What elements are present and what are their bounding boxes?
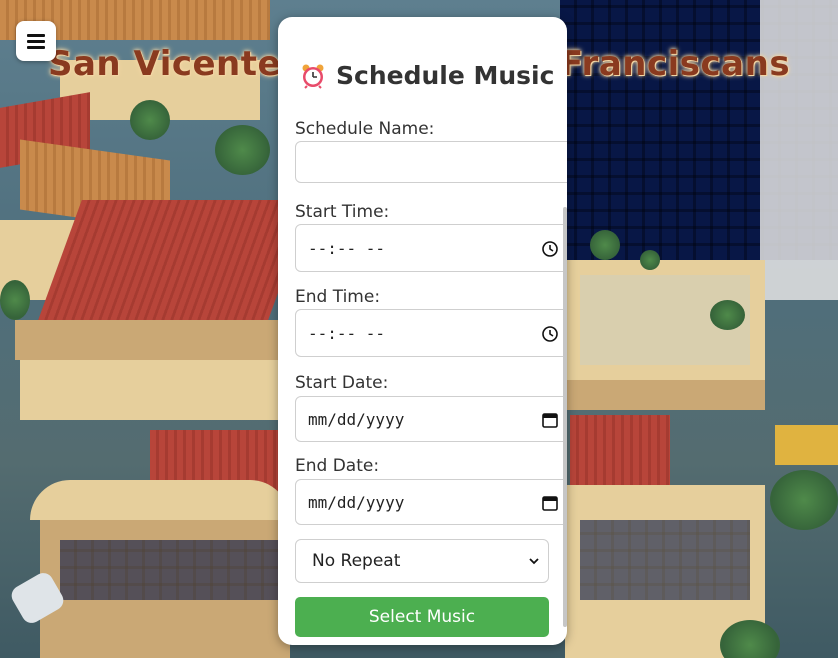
end-time-label: End Time: xyxy=(295,287,381,307)
end-time-input[interactable]: --:-- -- xyxy=(295,309,567,357)
panel-scrollbar[interactable] xyxy=(563,207,567,627)
schedule-name-input[interactable] xyxy=(295,141,567,183)
end-time-placeholder: --:-- -- xyxy=(308,323,386,343)
chevron-down-icon xyxy=(529,558,539,565)
start-date-placeholder: mm/dd/yyyy xyxy=(308,409,405,429)
start-time-label: Start Time: xyxy=(295,202,390,222)
repeat-select[interactable]: No Repeat xyxy=(295,539,549,583)
end-date-label: End Date: xyxy=(295,456,380,476)
start-date-label: Start Date: xyxy=(295,373,389,393)
repeat-selected-value: No Repeat xyxy=(312,551,401,571)
end-date-placeholder: mm/dd/yyyy xyxy=(308,492,405,512)
start-date-input[interactable]: mm/dd/yyyy xyxy=(295,396,567,442)
select-music-button[interactable]: Select Music xyxy=(295,597,549,637)
calendar-icon[interactable] xyxy=(541,494,559,512)
clock-icon[interactable] xyxy=(541,240,559,258)
clock-icon[interactable] xyxy=(541,325,559,343)
schedule-music-panel: Schedule Music Schedule Name: Start Time… xyxy=(278,17,567,645)
calendar-icon[interactable] xyxy=(541,411,559,429)
background-title-left: San Vicente xyxy=(48,44,282,84)
menu-button[interactable] xyxy=(16,21,56,61)
start-time-input[interactable]: --:-- -- xyxy=(295,224,567,272)
alarm-clock-icon xyxy=(302,64,324,89)
background-title-right: Franciscans xyxy=(560,44,791,84)
start-time-placeholder: --:-- -- xyxy=(308,238,386,258)
schedule-name-label: Schedule Name: xyxy=(295,119,435,139)
panel-header: Schedule Music xyxy=(300,61,554,90)
end-date-input[interactable]: mm/dd/yyyy xyxy=(295,479,567,525)
page-title: Schedule Music xyxy=(336,61,555,90)
hamburger-menu-icon xyxy=(27,33,45,49)
